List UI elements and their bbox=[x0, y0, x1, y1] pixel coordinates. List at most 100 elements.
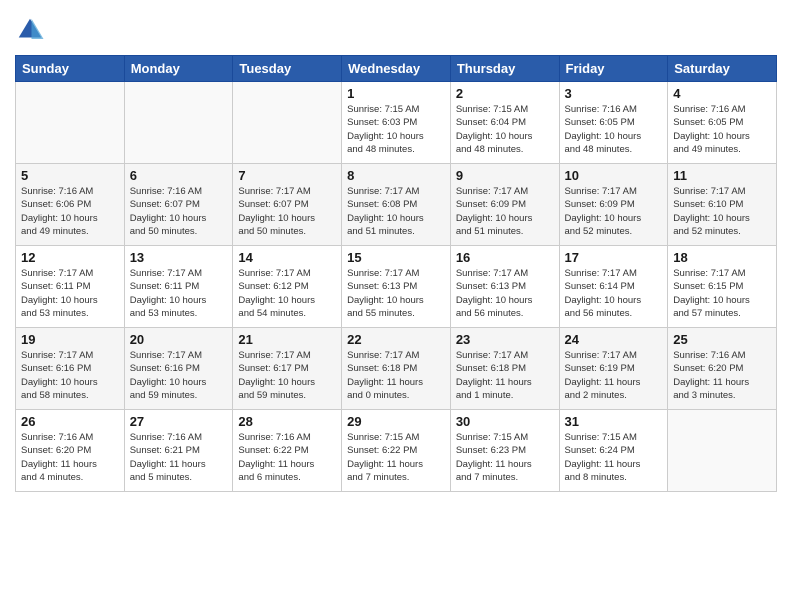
day-cell: 7 Sunrise: 7:17 AM Sunset: 6:07 PM Daylig… bbox=[233, 164, 342, 246]
weekday-header-thursday: Thursday bbox=[450, 56, 559, 82]
day-number: 8 bbox=[347, 168, 445, 183]
day-info: Sunrise: 7:17 AM Sunset: 6:07 PM Dayligh… bbox=[238, 185, 336, 238]
day-cell: 10Sunrise: 7:17 AM Sunset: 6:09 PM Dayli… bbox=[559, 164, 668, 246]
day-number: 6 bbox=[130, 168, 228, 183]
day-number: 17 bbox=[565, 250, 663, 265]
day-cell: 21 Sunrise: 7:17 AM Sunset: 6:17 PM Dayli… bbox=[233, 328, 342, 410]
day-cell: 28 Sunrise: 7:16 AM Sunset: 6:22 PM Dayli… bbox=[233, 410, 342, 492]
day-cell: 8 Sunrise: 7:17 AM Sunset: 6:08 PM Daylig… bbox=[342, 164, 451, 246]
week-row-1: 5 Sunrise: 7:16 AM Sunset: 6:06 PM Daylig… bbox=[16, 164, 777, 246]
day-number: 4 bbox=[673, 86, 771, 101]
day-info: Sunrise: 7:15 AM Sunset: 6:04 PM Dayligh… bbox=[456, 103, 554, 156]
weekday-header-monday: Monday bbox=[124, 56, 233, 82]
day-number: 22 bbox=[347, 332, 445, 347]
day-cell: 25Sunrise: 7:16 AM Sunset: 6:20 PM Dayli… bbox=[668, 328, 777, 410]
day-number: 29 bbox=[347, 414, 445, 429]
day-cell: 20 Sunrise: 7:17 AM Sunset: 6:16 PM Dayli… bbox=[124, 328, 233, 410]
day-cell bbox=[124, 82, 233, 164]
day-cell bbox=[16, 82, 125, 164]
day-cell: 1 Sunrise: 7:15 AM Sunset: 6:03 PM Daylig… bbox=[342, 82, 451, 164]
day-cell: 5 Sunrise: 7:16 AM Sunset: 6:06 PM Daylig… bbox=[16, 164, 125, 246]
logo bbox=[15, 15, 49, 45]
day-info: Sunrise: 7:17 AM Sunset: 6:16 PM Dayligh… bbox=[130, 349, 228, 402]
day-info: Sunrise: 7:17 AM Sunset: 6:12 PM Dayligh… bbox=[238, 267, 336, 320]
day-number: 13 bbox=[130, 250, 228, 265]
day-info: Sunrise: 7:17 AM Sunset: 6:10 PM Dayligh… bbox=[673, 185, 771, 238]
page: SundayMondayTuesdayWednesdayThursdayFrid… bbox=[0, 0, 792, 612]
day-info: Sunrise: 7:15 AM Sunset: 6:24 PM Dayligh… bbox=[565, 431, 663, 484]
day-number: 7 bbox=[238, 168, 336, 183]
weekday-header-saturday: Saturday bbox=[668, 56, 777, 82]
day-number: 31 bbox=[565, 414, 663, 429]
day-info: Sunrise: 7:16 AM Sunset: 6:05 PM Dayligh… bbox=[565, 103, 663, 156]
header bbox=[15, 15, 777, 45]
day-info: Sunrise: 7:17 AM Sunset: 6:13 PM Dayligh… bbox=[456, 267, 554, 320]
day-info: Sunrise: 7:17 AM Sunset: 6:11 PM Dayligh… bbox=[130, 267, 228, 320]
week-row-3: 19 Sunrise: 7:17 AM Sunset: 6:16 PM Dayli… bbox=[16, 328, 777, 410]
day-info: Sunrise: 7:17 AM Sunset: 6:13 PM Dayligh… bbox=[347, 267, 445, 320]
day-cell: 9Sunrise: 7:17 AM Sunset: 6:09 PM Daylig… bbox=[450, 164, 559, 246]
day-number: 23 bbox=[456, 332, 554, 347]
weekday-header-wednesday: Wednesday bbox=[342, 56, 451, 82]
day-number: 19 bbox=[21, 332, 119, 347]
day-cell: 3 Sunrise: 7:16 AM Sunset: 6:05 PM Daylig… bbox=[559, 82, 668, 164]
day-cell: 11 Sunrise: 7:17 AM Sunset: 6:10 PM Dayli… bbox=[668, 164, 777, 246]
weekday-header-friday: Friday bbox=[559, 56, 668, 82]
day-cell: 23 Sunrise: 7:17 AM Sunset: 6:18 PM Dayli… bbox=[450, 328, 559, 410]
day-cell: 12 Sunrise: 7:17 AM Sunset: 6:11 PM Dayli… bbox=[16, 246, 125, 328]
day-info: Sunrise: 7:16 AM Sunset: 6:05 PM Dayligh… bbox=[673, 103, 771, 156]
day-cell: 26 Sunrise: 7:16 AM Sunset: 6:20 PM Dayli… bbox=[16, 410, 125, 492]
day-info: Sunrise: 7:16 AM Sunset: 6:06 PM Dayligh… bbox=[21, 185, 119, 238]
day-info: Sunrise: 7:16 AM Sunset: 6:20 PM Dayligh… bbox=[21, 431, 119, 484]
calendar-table: SundayMondayTuesdayWednesdayThursdayFrid… bbox=[15, 55, 777, 492]
day-cell: 18Sunrise: 7:17 AM Sunset: 6:15 PM Dayli… bbox=[668, 246, 777, 328]
day-info: Sunrise: 7:17 AM Sunset: 6:18 PM Dayligh… bbox=[347, 349, 445, 402]
week-row-0: 1 Sunrise: 7:15 AM Sunset: 6:03 PM Daylig… bbox=[16, 82, 777, 164]
week-row-2: 12 Sunrise: 7:17 AM Sunset: 6:11 PM Dayli… bbox=[16, 246, 777, 328]
day-number: 5 bbox=[21, 168, 119, 183]
day-info: Sunrise: 7:17 AM Sunset: 6:09 PM Dayligh… bbox=[565, 185, 663, 238]
day-cell: 30 Sunrise: 7:15 AM Sunset: 6:23 PM Dayli… bbox=[450, 410, 559, 492]
day-info: Sunrise: 7:17 AM Sunset: 6:08 PM Dayligh… bbox=[347, 185, 445, 238]
day-number: 16 bbox=[456, 250, 554, 265]
day-info: Sunrise: 7:17 AM Sunset: 6:16 PM Dayligh… bbox=[21, 349, 119, 402]
day-number: 3 bbox=[565, 86, 663, 101]
weekday-header-sunday: Sunday bbox=[16, 56, 125, 82]
weekday-header-row: SundayMondayTuesdayWednesdayThursdayFrid… bbox=[16, 56, 777, 82]
day-number: 30 bbox=[456, 414, 554, 429]
day-cell: 2Sunrise: 7:15 AM Sunset: 6:04 PM Daylig… bbox=[450, 82, 559, 164]
day-info: Sunrise: 7:17 AM Sunset: 6:17 PM Dayligh… bbox=[238, 349, 336, 402]
day-number: 15 bbox=[347, 250, 445, 265]
weekday-header-tuesday: Tuesday bbox=[233, 56, 342, 82]
day-info: Sunrise: 7:15 AM Sunset: 6:23 PM Dayligh… bbox=[456, 431, 554, 484]
day-cell: 27Sunrise: 7:16 AM Sunset: 6:21 PM Dayli… bbox=[124, 410, 233, 492]
day-info: Sunrise: 7:17 AM Sunset: 6:11 PM Dayligh… bbox=[21, 267, 119, 320]
day-number: 21 bbox=[238, 332, 336, 347]
day-number: 11 bbox=[673, 168, 771, 183]
day-number: 26 bbox=[21, 414, 119, 429]
day-cell: 16 Sunrise: 7:17 AM Sunset: 6:13 PM Dayli… bbox=[450, 246, 559, 328]
logo-icon bbox=[15, 15, 45, 45]
day-info: Sunrise: 7:16 AM Sunset: 6:07 PM Dayligh… bbox=[130, 185, 228, 238]
day-number: 25 bbox=[673, 332, 771, 347]
day-cell bbox=[668, 410, 777, 492]
day-cell bbox=[233, 82, 342, 164]
day-info: Sunrise: 7:17 AM Sunset: 6:14 PM Dayligh… bbox=[565, 267, 663, 320]
day-info: Sunrise: 7:16 AM Sunset: 6:22 PM Dayligh… bbox=[238, 431, 336, 484]
day-number: 9 bbox=[456, 168, 554, 183]
day-cell: 14Sunrise: 7:17 AM Sunset: 6:12 PM Dayli… bbox=[233, 246, 342, 328]
day-cell: 4 Sunrise: 7:16 AM Sunset: 6:05 PM Daylig… bbox=[668, 82, 777, 164]
day-cell: 13 Sunrise: 7:17 AM Sunset: 6:11 PM Dayli… bbox=[124, 246, 233, 328]
day-info: Sunrise: 7:15 AM Sunset: 6:22 PM Dayligh… bbox=[347, 431, 445, 484]
day-number: 28 bbox=[238, 414, 336, 429]
day-cell: 31 Sunrise: 7:15 AM Sunset: 6:24 PM Dayli… bbox=[559, 410, 668, 492]
day-cell: 19 Sunrise: 7:17 AM Sunset: 6:16 PM Dayli… bbox=[16, 328, 125, 410]
day-info: Sunrise: 7:15 AM Sunset: 6:03 PM Dayligh… bbox=[347, 103, 445, 156]
day-info: Sunrise: 7:17 AM Sunset: 6:18 PM Dayligh… bbox=[456, 349, 554, 402]
day-cell: 24Sunrise: 7:17 AM Sunset: 6:19 PM Dayli… bbox=[559, 328, 668, 410]
day-cell: 22 Sunrise: 7:17 AM Sunset: 6:18 PM Dayli… bbox=[342, 328, 451, 410]
day-number: 1 bbox=[347, 86, 445, 101]
day-number: 20 bbox=[130, 332, 228, 347]
day-cell: 29 Sunrise: 7:15 AM Sunset: 6:22 PM Dayli… bbox=[342, 410, 451, 492]
day-number: 12 bbox=[21, 250, 119, 265]
